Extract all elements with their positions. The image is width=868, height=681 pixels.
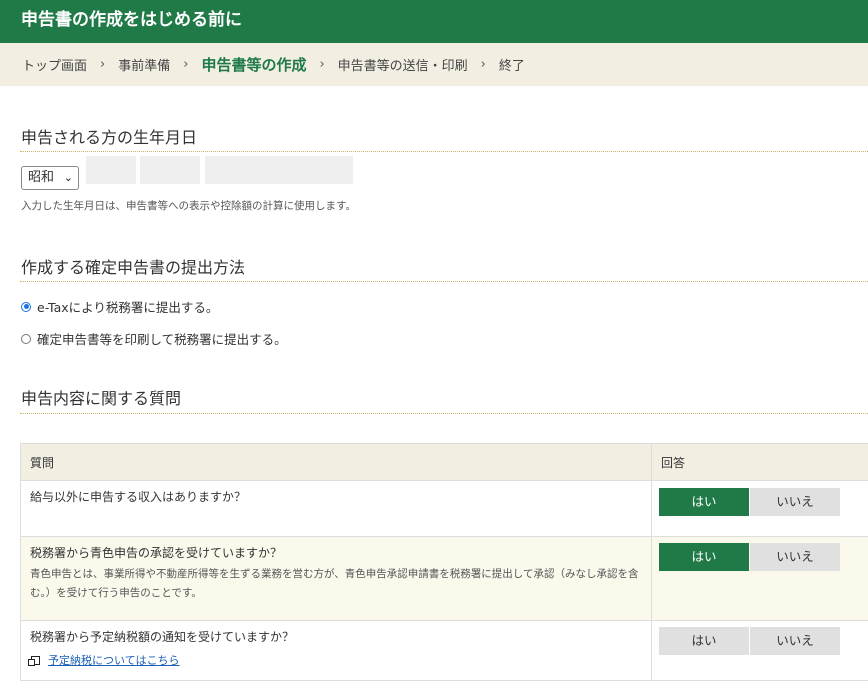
breadcrumb-item-top: トップ画面 bbox=[22, 55, 87, 74]
table-header-row: 質問 回答 bbox=[21, 444, 868, 481]
answer-cell: はい いいえ bbox=[652, 537, 868, 621]
question-cell: 税務署から予定納税額の通知を受けていますか？ 予定納税についてはこちら bbox=[21, 621, 652, 681]
section-divider bbox=[20, 151, 868, 152]
chevron-down-icon: ⌄ bbox=[64, 167, 73, 188]
prepayment-link[interactable]: 予定納税についてはこちら bbox=[30, 652, 643, 668]
no-button[interactable]: いいえ bbox=[750, 627, 840, 655]
submit-method-heading: 作成する確定申告書の提出方法 bbox=[21, 254, 245, 278]
month-field[interactable] bbox=[140, 156, 200, 184]
table-row: 給与以外に申告する収入はありますか？ はい いいえ bbox=[21, 481, 868, 537]
prepayment-link-label[interactable]: 予定納税についてはこちら bbox=[48, 652, 179, 668]
table-row: 税務署から予定納税額の通知を受けていますか？ 予定納税についてはこちら はい い… bbox=[21, 621, 868, 681]
era-select[interactable]: 昭和 ⌄ bbox=[21, 166, 79, 190]
question-note: 青色申告とは、事業所得や不動産所得等を生ずる業務を営む方が、青色申告承認申請書を… bbox=[30, 565, 643, 603]
question-text: 税務署から青色申告の承認を受けていますか？ bbox=[30, 544, 643, 561]
radio-button-selected[interactable] bbox=[21, 302, 31, 312]
page-title: 申告書の作成をはじめる前に bbox=[21, 10, 242, 30]
page-header: 申告書の作成をはじめる前に bbox=[0, 0, 868, 43]
no-button[interactable]: いいえ bbox=[750, 543, 840, 571]
chevron-right-icon: › bbox=[319, 57, 324, 72]
external-window-icon bbox=[31, 656, 40, 665]
questions-heading: 申告内容に関する質問 bbox=[21, 385, 181, 409]
section-divider bbox=[20, 413, 868, 414]
year-field[interactable] bbox=[86, 156, 136, 184]
no-button[interactable]: いいえ bbox=[750, 488, 840, 516]
birthdate-heading: 申告される方の生年月日 bbox=[21, 124, 197, 148]
question-cell: 給与以外に申告する収入はありますか？ bbox=[21, 481, 652, 537]
column-header-question: 質問 bbox=[21, 444, 652, 481]
submit-option-label: e-Taxにより税務署に提出する。 bbox=[37, 297, 218, 316]
submit-option-label: 確定申告書等を印刷して税務署に提出する。 bbox=[37, 329, 287, 348]
yes-no-toggle: はい いいえ bbox=[659, 488, 840, 516]
chevron-right-icon: › bbox=[183, 57, 188, 72]
radio-button[interactable] bbox=[21, 334, 31, 344]
breadcrumb-item-end: 終了 bbox=[499, 55, 525, 74]
breadcrumb: トップ画面 › 事前準備 › 申告書等の作成 › 申告書等の送信・印刷 › 終了 bbox=[0, 43, 868, 86]
question-cell: 税務署から青色申告の承認を受けていますか？ 青色申告とは、事業所得や不動産所得等… bbox=[21, 537, 652, 621]
question-text: 給与以外に申告する収入はありますか？ bbox=[30, 488, 643, 505]
submit-option-print[interactable]: 確定申告書等を印刷して税務署に提出する。 bbox=[21, 329, 287, 348]
day-field[interactable] bbox=[205, 156, 353, 184]
submit-option-etax[interactable]: e-Taxにより税務署に提出する。 bbox=[21, 297, 218, 316]
breadcrumb-item-current: 申告書等の作成 bbox=[201, 54, 306, 75]
yes-no-toggle: はい いいえ bbox=[659, 543, 840, 571]
answer-cell: はい いいえ bbox=[652, 481, 868, 537]
birthdate-note: 入力した生年月日は、申告書等への表示や控除額の計算に使用します。 bbox=[21, 198, 356, 213]
chevron-right-icon: › bbox=[481, 57, 486, 72]
table-row: 税務署から青色申告の承認を受けていますか？ 青色申告とは、事業所得や不動産所得等… bbox=[21, 537, 868, 621]
chevron-right-icon: › bbox=[100, 57, 105, 72]
questions-table: 質問 回答 給与以外に申告する収入はありますか？ はい いいえ 税務署から青色申… bbox=[20, 443, 868, 681]
section-divider bbox=[20, 281, 868, 282]
yes-button[interactable]: はい bbox=[659, 627, 749, 655]
question-text: 税務署から予定納税額の通知を受けていますか？ bbox=[30, 628, 643, 645]
era-select-value: 昭和 bbox=[28, 170, 54, 185]
yes-no-toggle: はい いいえ bbox=[659, 627, 840, 655]
column-header-answer: 回答 bbox=[652, 444, 868, 481]
breadcrumb-item-send: 申告書等の送信・印刷 bbox=[338, 55, 468, 74]
breadcrumb-item-prep: 事前準備 bbox=[118, 55, 170, 74]
yes-button[interactable]: はい bbox=[659, 543, 749, 571]
answer-cell: はい いいえ bbox=[652, 621, 868, 681]
yes-button[interactable]: はい bbox=[659, 488, 749, 516]
